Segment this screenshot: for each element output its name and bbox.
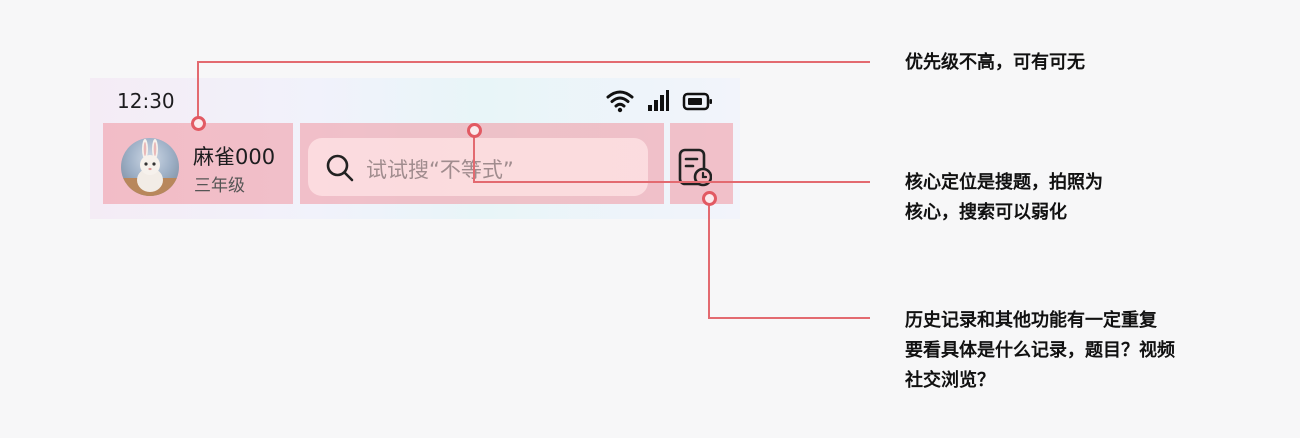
annotation-note-2: 核心定位是搜题，拍照为 核心，搜索可以弱化 <box>905 172 1103 223</box>
annotation-line-1-h <box>197 61 870 63</box>
user-grade: 三年级 <box>194 176 245 196</box>
annotation-dot-3 <box>702 191 717 206</box>
annotation-dot-2 <box>467 123 482 138</box>
annotation-dot-1 <box>191 116 206 131</box>
annotation-line-2 <box>473 131 475 183</box>
search-icon <box>326 154 354 182</box>
annotation-line-3 <box>708 198 710 319</box>
annotation-line-3-h <box>708 317 870 319</box>
wifi-icon <box>606 90 634 113</box>
annotation-line-1 <box>197 61 199 123</box>
signal-icon <box>648 90 669 111</box>
annotation-line-2-h <box>473 181 870 183</box>
status-time: 12:30 <box>117 89 175 113</box>
rabbit-avatar-icon <box>121 139 179 196</box>
user-name[interactable]: 麻雀000 <box>193 141 275 171</box>
status-icons <box>606 89 716 115</box>
avatar[interactable] <box>121 138 179 196</box>
annotation-note-1: 优先级不高，可有可无 <box>905 52 1085 73</box>
annotation-note-3: 历史记录和其他功能有一定重复 要看具体是什么记录，题目？视频 社交浏览？ <box>905 310 1175 391</box>
search-placeholder: 试试搜“不等式” <box>366 158 514 182</box>
battery-icon <box>682 92 712 111</box>
